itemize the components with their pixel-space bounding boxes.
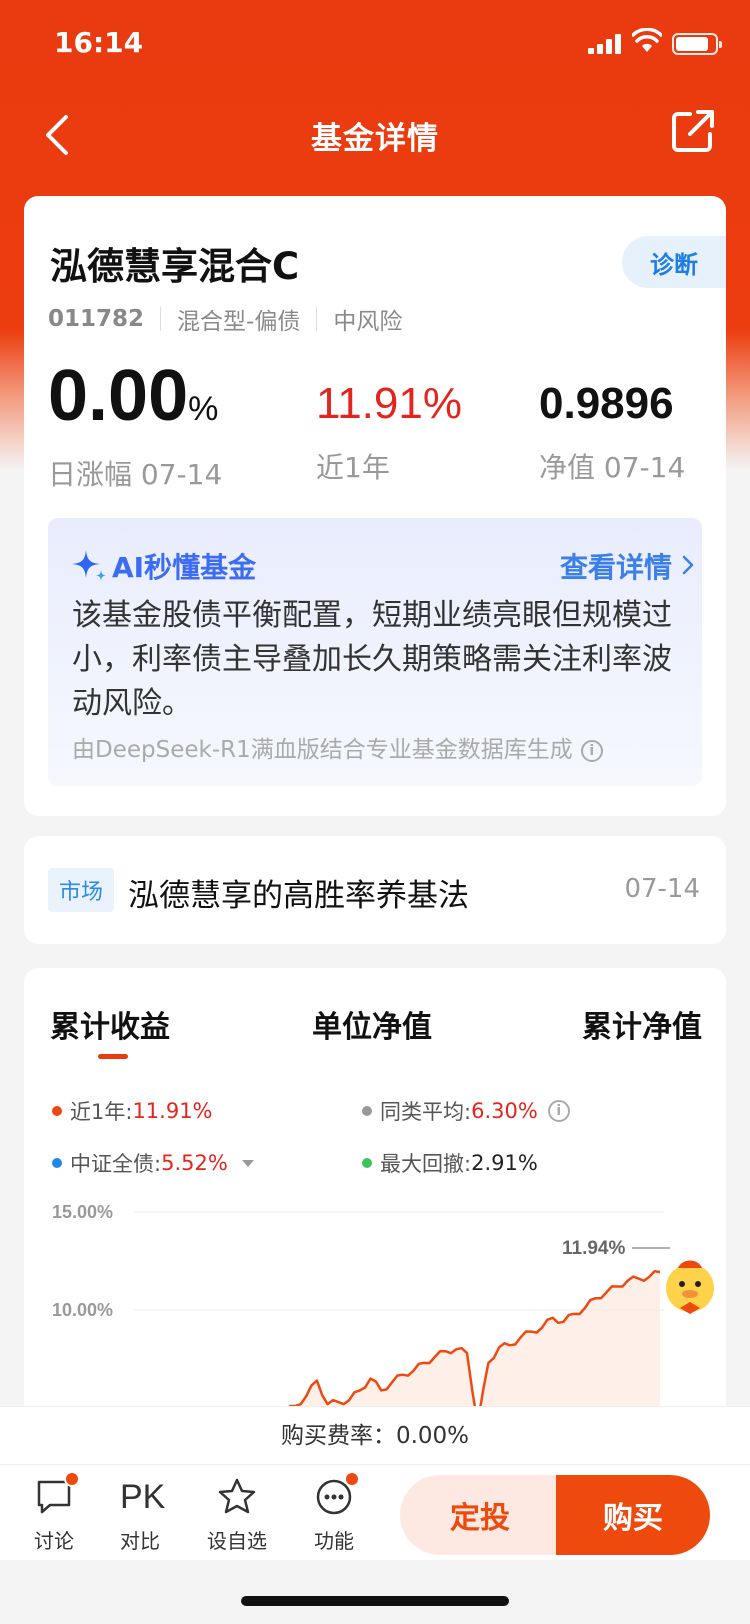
meta-divider <box>160 307 162 331</box>
daily-change-value: 0.00 <box>48 356 189 436</box>
ai-summary-box[interactable]: AI秒懂基金 查看详情 该基金股债平衡配置，短期业绩亮眼但规模过小，利率债主导叠… <box>48 518 702 786</box>
sparkle-icon <box>72 550 106 581</box>
y-tick-label: 15.00% <box>52 1202 113 1222</box>
home-indicator-area <box>0 1560 750 1624</box>
meta-divider <box>316 307 318 331</box>
pk-icon: PK <box>120 1478 166 1516</box>
series-area <box>274 1271 660 1408</box>
nav-bar: 基金详情 <box>0 95 750 175</box>
fund-risk: 中风险 <box>333 309 403 335</box>
share-icon[interactable] <box>670 108 716 154</box>
notification-badge <box>64 1471 80 1487</box>
discuss-label: 讨论 <box>34 1529 74 1553</box>
watchlist-label: 设自选 <box>207 1529 267 1553</box>
status-time: 16:14 <box>54 26 144 59</box>
fund-meta: 011782 混合型-偏债 中风险 <box>48 302 402 336</box>
news-card[interactable]: 市场 泓德慧享的高胜率养基法 07-14 <box>24 836 726 944</box>
ai-footer: 由DeepSeek-R1满血版结合专业基金数据库生成 i <box>72 730 603 764</box>
functions-label: 功能 <box>314 1529 354 1553</box>
purchase-fee-bar: 购买费率：0.00% <box>0 1406 750 1464</box>
add-watchlist-button[interactable]: 设自选 <box>197 1477 277 1554</box>
chevron-right-icon <box>682 555 694 575</box>
ai-details-link[interactable]: 查看详情 <box>560 546 672 586</box>
star-icon <box>218 1478 256 1514</box>
y-tick-label: 10.00% <box>52 1300 113 1320</box>
page-title: 基金详情 <box>311 121 439 157</box>
news-title: 泓德慧享的高胜率养基法 <box>128 878 469 914</box>
compare-button[interactable]: PK 对比 <box>100 1477 180 1554</box>
fund-code: 011782 <box>48 306 145 332</box>
fund-name: 泓德慧享混合C <box>50 245 300 288</box>
status-bar: 16:14 <box>0 0 750 90</box>
year-return-label: 近1年 <box>316 451 390 484</box>
discuss-button[interactable]: 讨论 <box>14 1471 94 1554</box>
cellular-signal-icon <box>588 34 624 54</box>
sip-button[interactable]: 定投 <box>400 1475 560 1555</box>
notification-badge <box>344 1471 360 1487</box>
daily-change-metric: 0.00% 日涨幅 07-14 <box>48 356 222 493</box>
compare-label: 对比 <box>120 1529 160 1553</box>
year-return-value: 11.91% <box>316 379 462 428</box>
nav-metric: 0.9896 净值 07-14 <box>539 376 685 486</box>
performance-chart-card: 累计收益 单位净值 累计净值 近1年: 11.91% 同类平均: 6.30% i… <box>24 968 726 1408</box>
fund-type: 混合型-偏债 <box>177 309 301 335</box>
mascot-icon[interactable] <box>666 1260 714 1315</box>
end-value-label: 11.94% <box>562 1238 625 1259</box>
info-icon[interactable]: i <box>580 740 603 762</box>
battery-icon <box>672 33 722 55</box>
diagnose-button[interactable]: 诊断 <box>622 236 726 288</box>
ai-footer-text: 由DeepSeek-R1满血版结合专业基金数据库生成 <box>72 737 573 763</box>
ai-summary-text: 该基金股债平衡配置，短期业绩亮眼但规模过小，利率债主导叠加长久期策略需关注利率波… <box>72 598 672 721</box>
nav-label: 净值 07-14 <box>539 451 686 484</box>
bottom-action-bar: 讨论 PK 对比 设自选 功能 定投 购买 <box>0 1464 750 1560</box>
daily-change-label: 日涨幅 07-14 <box>48 458 223 491</box>
news-date: 07-14 <box>624 874 700 904</box>
year-return-metric: 11.91% 近1年 <box>316 376 462 486</box>
ai-title: AI秒懂基金 <box>112 551 257 584</box>
fund-summary-card: 泓德慧享混合C 诊断 011782 混合型-偏债 中风险 0.00% 日涨幅 0… <box>24 196 726 816</box>
daily-change-unit: % <box>188 390 219 428</box>
nav-value: 0.9896 <box>539 379 674 428</box>
buy-button[interactable]: 购买 <box>556 1475 710 1555</box>
functions-button[interactable]: 功能 <box>294 1471 374 1554</box>
line-chart: 15.00% 10.00% 11.94% <box>52 1202 714 1408</box>
wifi-icon <box>632 28 662 52</box>
news-tag: 市场 <box>48 868 114 912</box>
home-indicator[interactable] <box>241 1596 509 1606</box>
